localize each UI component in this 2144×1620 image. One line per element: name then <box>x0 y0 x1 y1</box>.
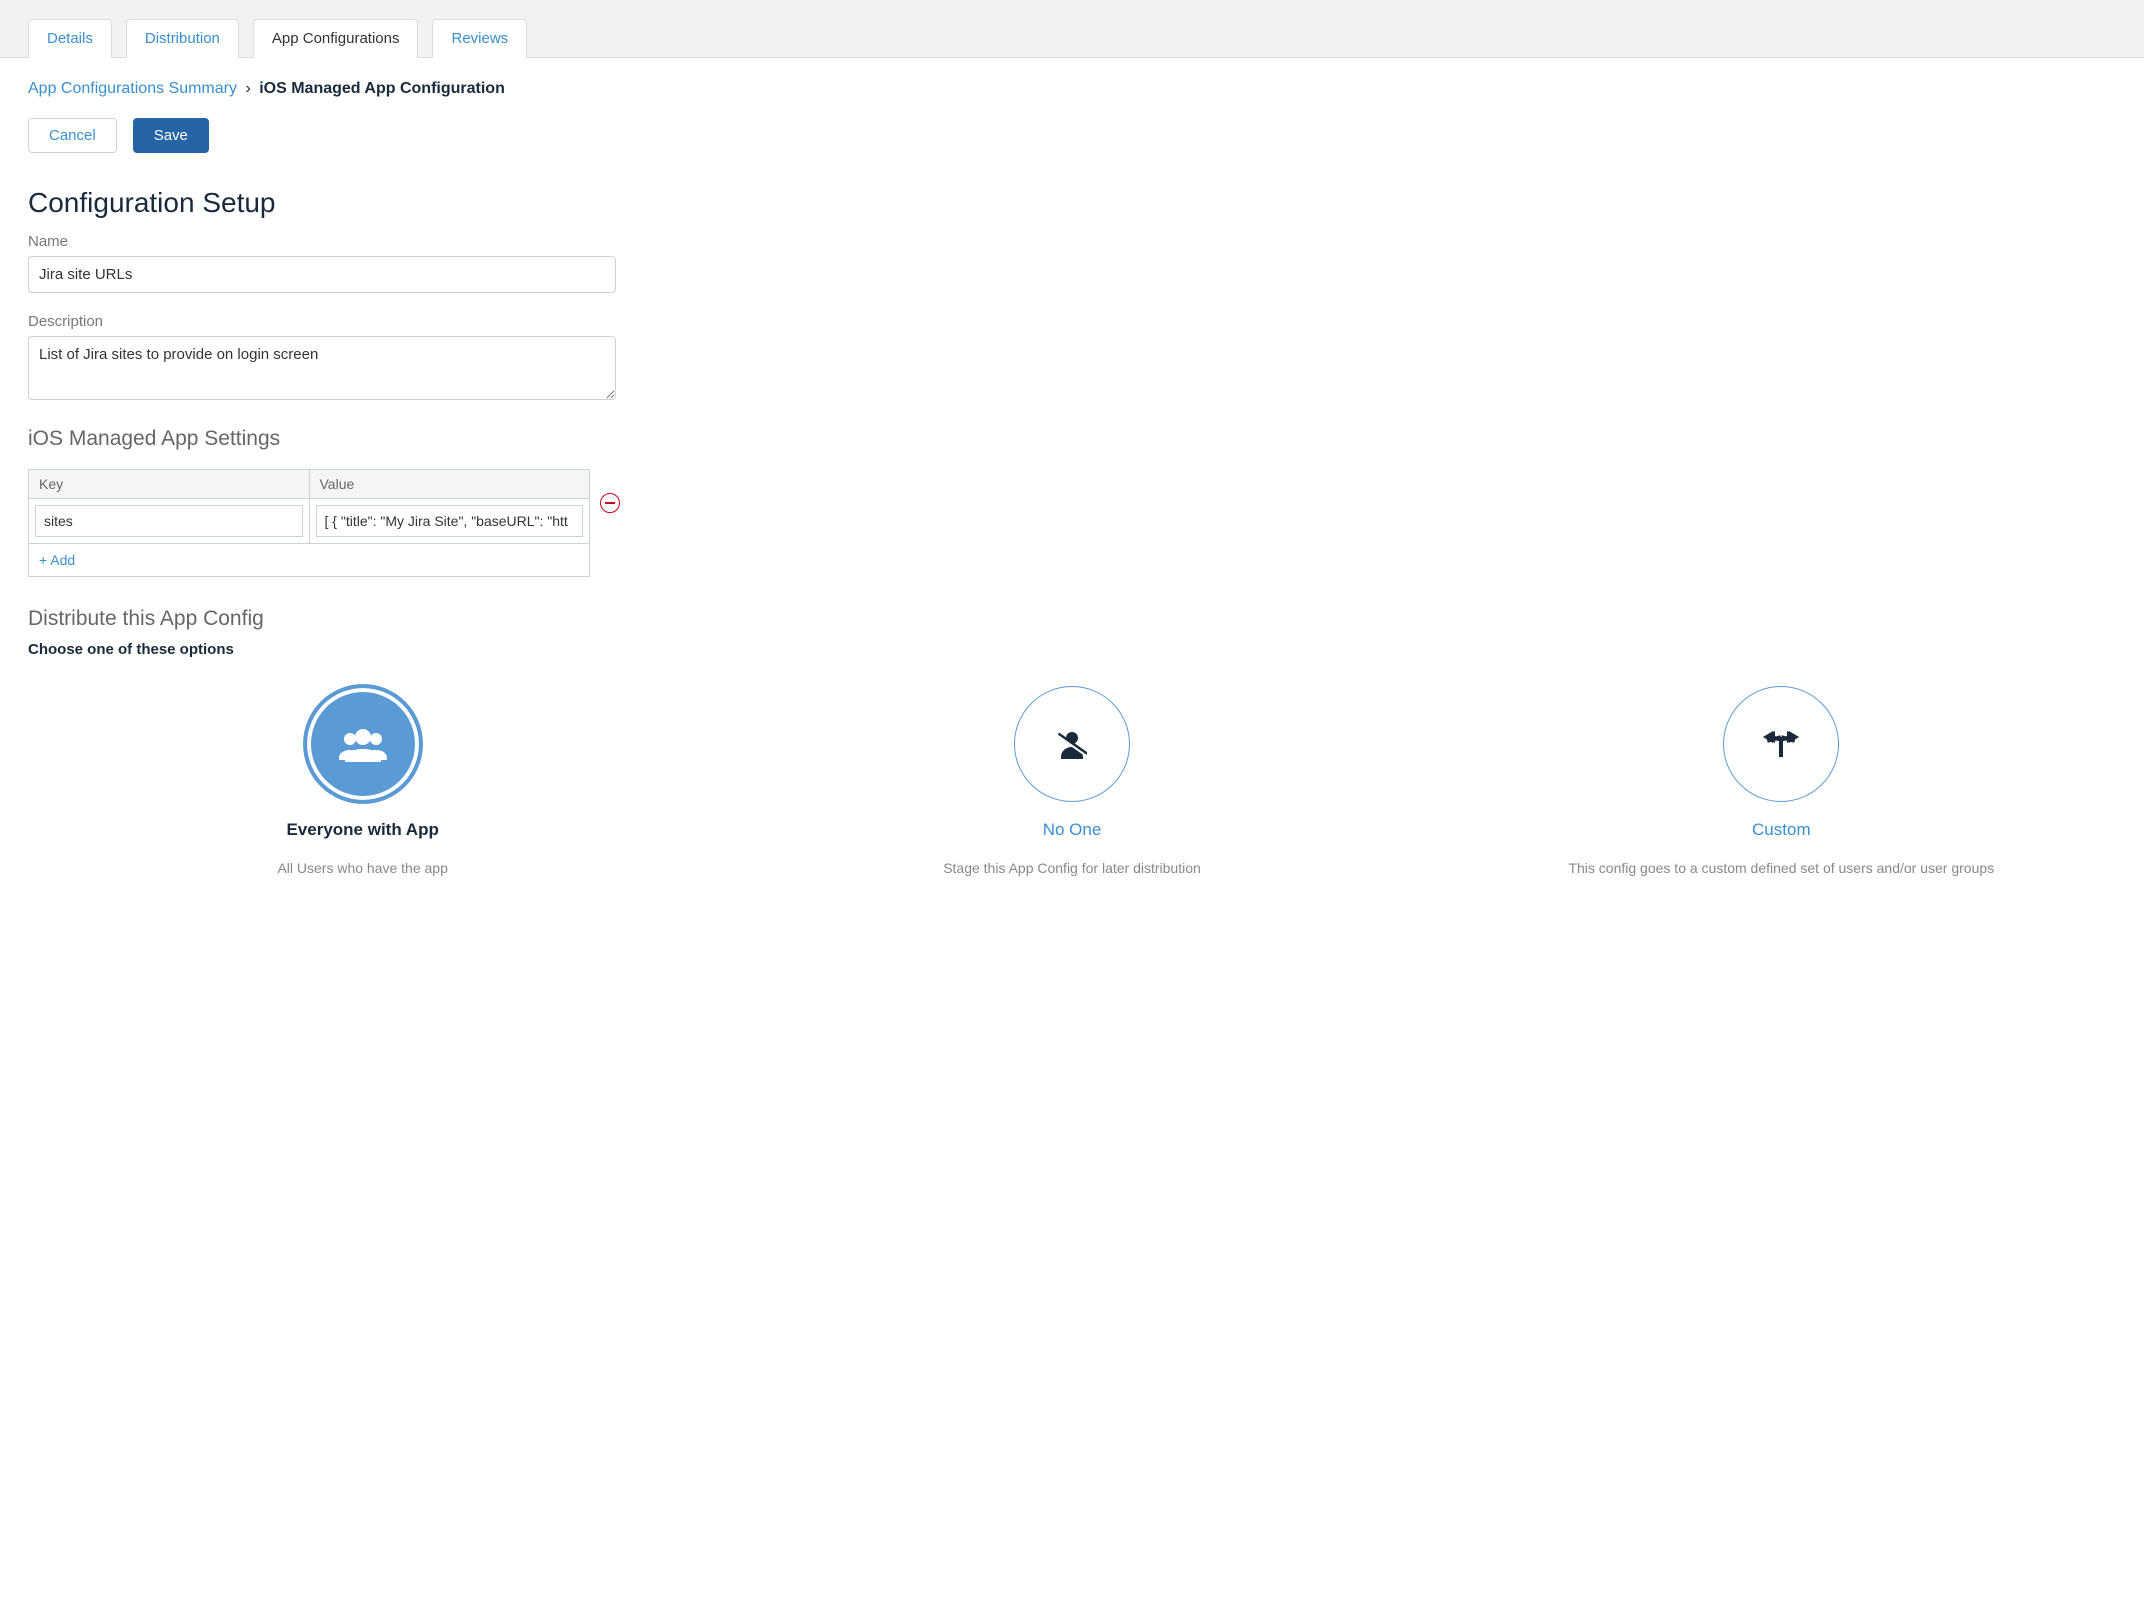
breadcrumb-current: iOS Managed App Configuration <box>259 80 505 97</box>
save-button[interactable]: Save <box>133 118 209 153</box>
setting-key-input[interactable] <box>35 505 303 537</box>
dist-option-noone[interactable]: No One Stage this App Config for later d… <box>737 686 1406 879</box>
tab-reviews[interactable]: Reviews <box>432 19 527 58</box>
dist-option-desc: This config goes to a custom defined set… <box>1457 858 2106 879</box>
dist-option-desc: Stage this App Config for later distribu… <box>747 858 1396 879</box>
settings-table: Key Value <box>28 469 590 544</box>
tab-bar: Details Distribution App Configurations … <box>0 0 2144 58</box>
remove-row-icon[interactable] <box>600 493 620 513</box>
table-row <box>29 499 590 544</box>
description-input[interactable] <box>28 336 616 400</box>
dist-option-title: No One <box>747 820 1396 840</box>
description-label: Description <box>28 313 616 330</box>
breadcrumb-sep: › <box>245 80 250 97</box>
distribute-subtitle: Choose one of these options <box>28 641 2116 658</box>
distribute-options: Everyone with App All Users who have the… <box>28 686 2116 879</box>
dist-option-title: Everyone with App <box>38 820 687 840</box>
add-row-button[interactable]: + Add <box>28 544 590 577</box>
tab-app-configurations[interactable]: App Configurations <box>253 19 419 58</box>
cancel-button[interactable]: Cancel <box>28 118 117 153</box>
breadcrumb-parent-link[interactable]: App Configurations Summary <box>28 80 237 97</box>
setting-value-input[interactable] <box>316 505 584 537</box>
tab-details[interactable]: Details <box>28 19 112 58</box>
tab-distribution[interactable]: Distribution <box>126 19 239 58</box>
split-arrows-icon <box>1723 686 1839 802</box>
name-label: Name <box>28 233 616 250</box>
users-group-icon <box>305 686 421 802</box>
page-title: Configuration Setup <box>28 187 2116 219</box>
user-slash-icon <box>1014 686 1130 802</box>
dist-option-title: Custom <box>1457 820 2106 840</box>
settings-title: iOS Managed App Settings <box>28 427 2116 451</box>
column-header-key: Key <box>29 470 310 499</box>
distribute-title: Distribute this App Config <box>28 607 2116 631</box>
dist-option-everyone[interactable]: Everyone with App All Users who have the… <box>28 686 697 879</box>
dist-option-custom[interactable]: Custom This config goes to a custom defi… <box>1447 686 2116 879</box>
name-input[interactable] <box>28 256 616 293</box>
action-buttons: Cancel Save <box>28 118 2116 153</box>
dist-option-desc: All Users who have the app <box>38 858 687 879</box>
breadcrumb: App Configurations Summary › iOS Managed… <box>28 80 2116 98</box>
column-header-value: Value <box>309 470 590 499</box>
